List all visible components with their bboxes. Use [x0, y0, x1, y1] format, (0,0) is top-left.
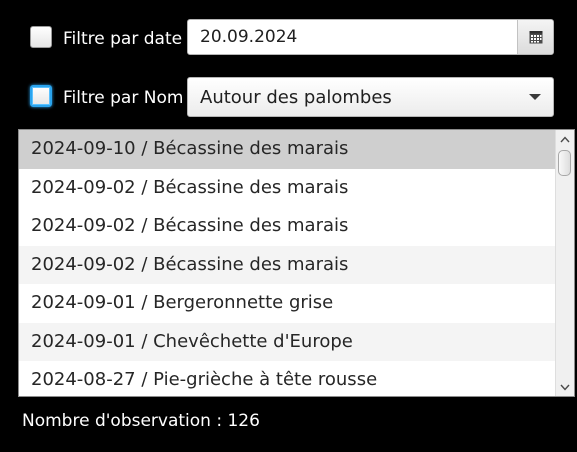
species-combobox[interactable]: Autour des palombes [187, 77, 554, 117]
list-item[interactable]: 2024-08-27 / Pie-grièche à tête rousse [19, 361, 556, 396]
filter-date-checkbox[interactable] [30, 26, 52, 48]
scroll-up-button[interactable] [559, 133, 571, 145]
filter-name-label: Filtre par Nom [63, 88, 184, 108]
chevron-up-icon [560, 135, 570, 142]
date-input[interactable] [188, 20, 517, 54]
list-item[interactable]: 2024-09-02 / Bécassine des marais [19, 168, 556, 207]
date-picker[interactable] [187, 19, 554, 55]
list-item[interactable]: 2024-09-02 / Bécassine des marais [19, 245, 556, 284]
observation-list-items: 2024-09-10 / Bécassine des marais 2024-0… [19, 130, 556, 396]
species-selected-value: Autour des palombes [200, 86, 392, 108]
list-item[interactable]: 2024-09-01 / Chevêchette d'Europe [19, 322, 556, 361]
calendar-icon [529, 31, 542, 44]
list-item[interactable]: 2024-09-02 / Bécassine des marais [19, 207, 556, 246]
observation-list[interactable]: 2024-09-10 / Bécassine des marais 2024-0… [18, 129, 575, 397]
scrollbar-thumb[interactable] [558, 150, 571, 176]
filter-name-checkbox[interactable] [30, 85, 52, 107]
calendar-button[interactable] [517, 20, 553, 54]
chevron-down-icon [529, 94, 541, 100]
vertical-scrollbar[interactable] [555, 130, 574, 396]
list-item[interactable]: 2024-09-01 / Bergeronnette grise [19, 284, 556, 323]
list-item[interactable]: 2024-09-10 / Bécassine des marais [19, 130, 556, 169]
filter-date-label: Filtre par date [63, 29, 183, 49]
observation-window: Filtre par date Filtre par Nom Autour de… [0, 0, 577, 452]
scroll-down-button[interactable] [559, 381, 571, 393]
chevron-down-icon [560, 384, 570, 391]
observation-count: Nombre d'observation : 126 [22, 411, 260, 431]
